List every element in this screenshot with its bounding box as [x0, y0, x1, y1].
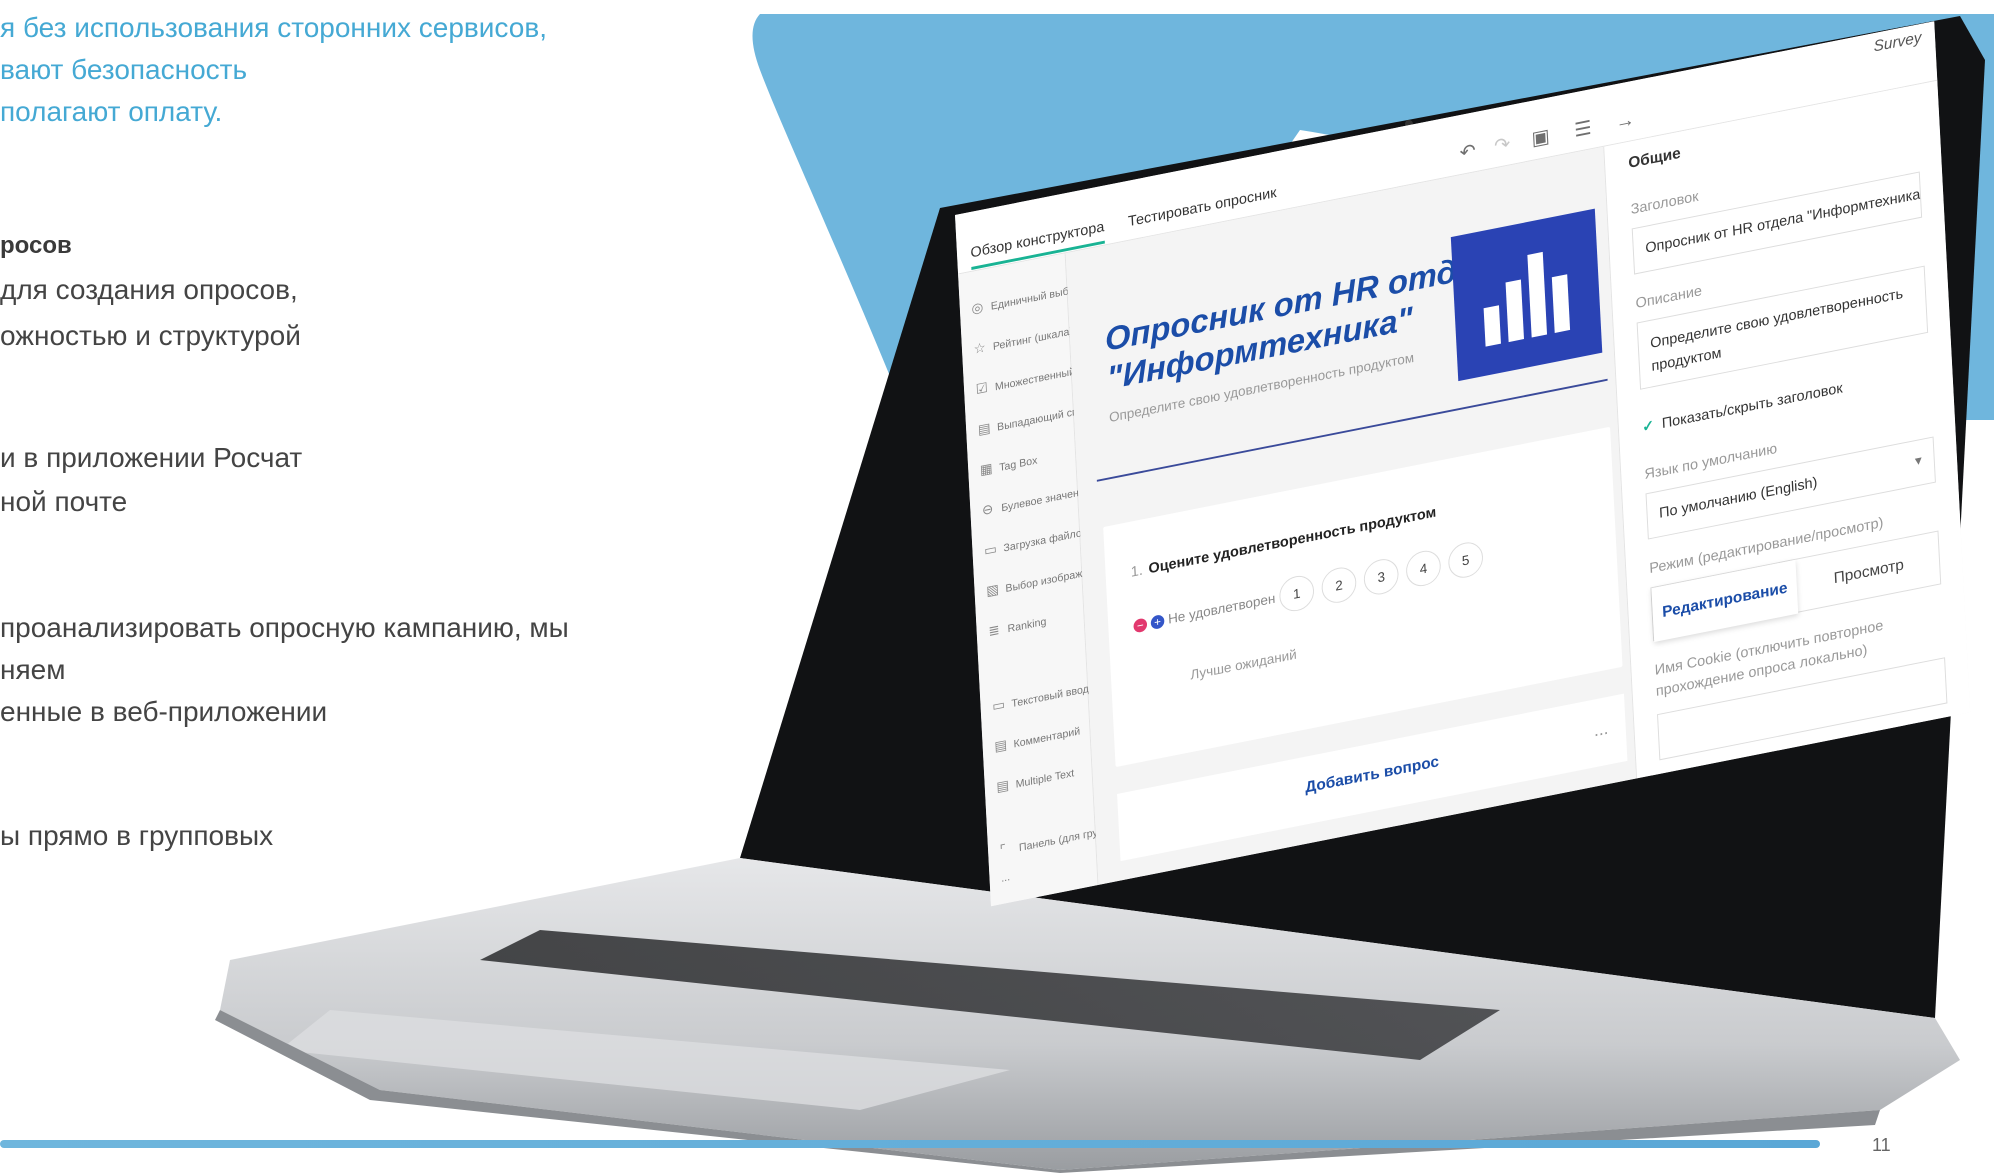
- check-icon: ✓: [1641, 417, 1655, 436]
- plus-icon[interactable]: +: [1150, 613, 1165, 631]
- toolbox-item-label: Tag Box: [998, 454, 1038, 474]
- redo-icon[interactable]: ↷: [1490, 132, 1514, 160]
- toolbox-item-file[interactable]: ▭ Загрузка файлов: [984, 523, 1088, 560]
- language-select[interactable]: По умолчанию (English) ▼: [1645, 436, 1936, 540]
- rating-item[interactable]: 4: [1405, 547, 1442, 590]
- toolbox-item-boolean[interactable]: ⊖ Булевое значение: [982, 481, 1091, 519]
- toolbox-item-ranking[interactable]: ≣ Ranking: [988, 612, 1047, 640]
- undo-icon[interactable]: ↶: [1456, 139, 1480, 167]
- logo-bar: [1527, 251, 1548, 338]
- toolbox-item-label: Ranking: [1007, 615, 1047, 636]
- tagbox-icon: ▦: [979, 459, 994, 478]
- design-surface: Опросник от HR отдела "Информтехника" Оп…: [1065, 146, 1637, 885]
- checkbox-icon: ☑: [975, 379, 989, 398]
- description-label: Описание: [1635, 282, 1703, 313]
- rating-item[interactable]: 2: [1320, 564, 1358, 606]
- comment-icon: ▤: [993, 736, 1008, 755]
- ranking-icon: ≣: [987, 621, 1000, 639]
- minus-icon[interactable]: −: [1133, 617, 1148, 634]
- boolean-icon: ⊖: [981, 500, 994, 518]
- settings-icon[interactable]: ☰: [1571, 116, 1595, 144]
- radio-icon: ◎: [971, 298, 984, 317]
- toolbox-item-rating[interactable]: ☆ Рейтинг (шкала): [973, 322, 1073, 358]
- rating-item[interactable]: 5: [1447, 539, 1484, 581]
- rating-min-label-group: − + Не удовлетворен: [1133, 590, 1276, 634]
- toolbox-item-label: Текстовый ввод: [1011, 683, 1090, 711]
- rating-max-label[interactable]: Лучше ожиданий: [1190, 646, 1297, 682]
- show-title-label: Показать/скрыть заголовок: [1661, 379, 1844, 432]
- survey-logo[interactable]: [1450, 208, 1603, 382]
- property-category-general[interactable]: Общие: [1628, 145, 1681, 173]
- logo-bar: [1483, 305, 1501, 347]
- question-number: 1.: [1130, 562, 1144, 581]
- toolbox-item-label: Multiple Text: [1015, 767, 1075, 791]
- save-icon[interactable]: ▣: [1529, 124, 1553, 152]
- toolbox-item-text[interactable]: ▭ Текстовый ввод: [992, 679, 1089, 714]
- text-icon: ▭: [991, 695, 1006, 714]
- rating-min-label[interactable]: Не удовлетворен: [1168, 590, 1276, 627]
- brand-label: Survey: [1873, 29, 1922, 56]
- multitext-icon: ▤: [996, 776, 1010, 795]
- toolbox-item-label: Загрузка файлов: [1003, 526, 1088, 555]
- collapse-panel-icon[interactable]: →: [1613, 107, 1637, 135]
- toolbox-item-radiogroup[interactable]: ◎ Единичный выбор: [971, 280, 1081, 318]
- title-input[interactable]: Опросник от HR отдела "Информтехника": [1631, 171, 1923, 275]
- image-icon: ▧: [985, 580, 1000, 599]
- dropdown-icon: ▤: [977, 419, 991, 438]
- page-number: 11: [1872, 1135, 1891, 1155]
- rating-item[interactable]: 1: [1278, 572, 1315, 615]
- add-question-more-button[interactable]: ...: [1593, 718, 1608, 741]
- star-icon: ☆: [973, 338, 987, 357]
- toolbox-item-label: Комментарий: [1013, 725, 1081, 751]
- toolbox-more-button[interactable]: ...: [1001, 871, 1010, 884]
- title-label: Заголовок: [1630, 188, 1699, 218]
- toolbox-item-comment[interactable]: ▤ Комментарий: [994, 722, 1081, 755]
- chevron-down-icon: ▼: [1912, 452, 1925, 469]
- show-title-checkbox[interactable]: ✓ Показать/скрыть заголовок: [1642, 379, 1843, 436]
- toolbox-item-label: Рейтинг (шкала): [992, 325, 1074, 353]
- logo-bar: [1505, 279, 1524, 343]
- language-select-value: По умолчанию (English): [1658, 474, 1818, 522]
- toolbox-item-tagbox[interactable]: ▦ Tag Box: [980, 451, 1038, 479]
- rating-item[interactable]: 3: [1363, 556, 1400, 598]
- toolbox-item-multipletext[interactable]: ▤ Multiple Text: [996, 764, 1075, 796]
- description-textarea[interactable]: Определите свою удовлетворенность продук…: [1636, 265, 1929, 390]
- logo-bar: [1551, 274, 1571, 333]
- panel-icon: ⌜: [999, 841, 1007, 858]
- property-grid: Общие Заголовок Опросник от HR отдела "И…: [1603, 80, 1971, 779]
- footer-bar: [0, 1140, 1820, 1148]
- file-icon: ▭: [983, 540, 998, 559]
